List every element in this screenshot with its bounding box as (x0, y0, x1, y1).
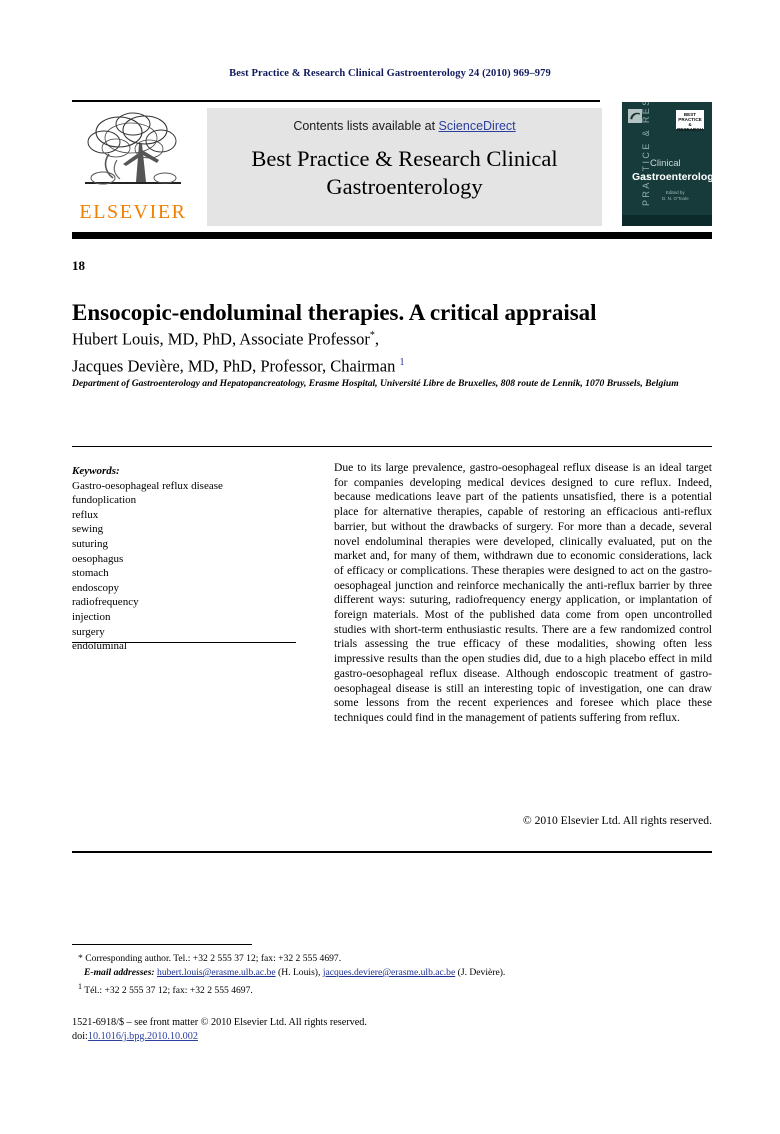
doi-link[interactable]: 10.1016/j.bpg.2010.10.002 (88, 1031, 198, 1042)
footnote-emails: E-mail addresses: hubert.louis@erasme.ul… (72, 966, 712, 980)
elsevier-wordmark: ELSEVIER (79, 201, 187, 223)
footnote-number-marker: 1 (78, 982, 82, 991)
elsevier-tree-icon (85, 112, 181, 185)
author-footnote-marker[interactable]: 1 (399, 357, 404, 368)
affiliation: Department of Gastroenterology and Hepat… (72, 378, 679, 389)
footnote-star-marker: * (78, 953, 83, 964)
cover-badge: BEST PRACTICE & RESEARCH (676, 110, 704, 132)
contents-available-line: Contents lists available at ScienceDirec… (207, 119, 602, 133)
journal-cover-thumbnail[interactable]: BEST PRACTICE & RESEARCH PRACTICE & RESE… (622, 102, 712, 226)
email-addresses-label: E-mail addresses: (84, 967, 155, 978)
journal-masthead: ELSEVIER Contents lists available at Sci… (72, 100, 712, 228)
author-line: Jacques Devière, MD, PhD, Professor, Cha… (72, 351, 712, 378)
keyword-item: stomach (72, 567, 109, 580)
issn-line: 1521-6918/$ – see front matter © 2010 El… (72, 1017, 367, 1028)
doi-line: doi:10.1016/j.bpg.2010.10.002 (72, 1030, 712, 1044)
abstract-text: Due to its large prevalence, gastro-oeso… (334, 461, 712, 724)
footnote-corresponding-text: Corresponding author. Tel.: +32 2 555 37… (85, 953, 342, 964)
footnote-note-1-text: Tél.: +32 2 555 37 12; fax: +32 2 555 46… (84, 985, 253, 997)
author-name: Jacques Devière, MD, PhD, Professor, Cha… (72, 356, 396, 375)
journal-title: Best Practice & Research Clinical Gastro… (251, 146, 558, 199)
abstract-bottom-rule (72, 851, 712, 853)
abstract-copyright: © 2010 Elsevier Ltd. All rights reserved… (522, 814, 712, 827)
elsevier-logo: ELSEVIER (74, 108, 192, 226)
author-name: Hubert Louis, MD, PhD, Associate Profess… (72, 329, 370, 349)
email-separator: , (318, 967, 321, 978)
keyword-item: sewing (72, 523, 104, 536)
author-list: Hubert Louis, MD, PhD, Associate Profess… (72, 324, 712, 377)
cover-editor-name: D. N. O'Toole (662, 196, 689, 201)
email-owner-louis: (H. Louis) (278, 967, 318, 978)
masthead-black-bar (72, 232, 712, 239)
cover-line-clinical: Clinical (650, 158, 681, 169)
cover-editor: Edited by D. N. O'Toole (662, 190, 689, 202)
doi-label: doi: (72, 1031, 88, 1042)
journal-title-box: Contents lists available at ScienceDirec… (207, 108, 602, 226)
cover-line-gastroenterology: Gastroenterology (632, 171, 712, 183)
keyword-item: fundoplication (72, 494, 137, 507)
article-first-page: Best Practice & Research Clinical Gastro… (0, 0, 780, 1134)
colophon: 1521-6918/$ – see front matter © 2010 El… (72, 1016, 712, 1044)
email-link-deviere[interactable]: jacques.deviere@erasme.ulb.ac.be (323, 967, 455, 978)
footnotes-block: * Corresponding author. Tel.: +32 2 555 … (72, 952, 712, 998)
keywords-bottom-rule (72, 642, 296, 643)
footnote-rule (72, 944, 252, 945)
keyword-item: injection (72, 610, 111, 623)
sciencedirect-link[interactable]: ScienceDirect (439, 119, 516, 133)
email-link-louis[interactable]: hubert.louis@erasme.ulb.ac.be (157, 967, 276, 978)
keywords-block: Keywords: Gastro-oesophageal reflux dise… (72, 464, 302, 654)
footnote-note-1: 1 Tél.: +32 2 555 37 12; fax: +32 2 555 … (72, 980, 712, 998)
author-trailing: , (374, 329, 380, 349)
masthead-top-rule (72, 100, 600, 102)
cover-bottom-band (622, 215, 712, 226)
email-owner-deviere: (J. Devière). (457, 967, 506, 978)
running-head: Best Practice & Research Clinical Gastro… (229, 68, 551, 79)
footnote-corresponding: * Corresponding author. Tel.: +32 2 555 … (72, 952, 712, 966)
article-number: 18 (72, 258, 85, 273)
keywords-top-rule (72, 446, 296, 447)
contents-prefix: Contents lists available at (293, 119, 439, 133)
keyword-item: oesophagus (72, 552, 124, 565)
keywords-heading: Keywords: (72, 465, 120, 477)
author-line: Hubert Louis, MD, PhD, Associate Profess… (72, 324, 712, 351)
keyword-item: reflux (72, 508, 99, 521)
keyword-item: radiofrequency (72, 596, 139, 609)
cover-vertical-text: PRACTICE & RESEARCH (641, 102, 651, 206)
keyword-item: endoscopy (72, 581, 120, 594)
keyword-item: surgery (72, 625, 105, 638)
cover-elsevier-icon (628, 109, 642, 123)
keyword-item: Gastro-oesophageal reflux disease (72, 479, 223, 492)
keyword-item: suturing (72, 537, 109, 550)
